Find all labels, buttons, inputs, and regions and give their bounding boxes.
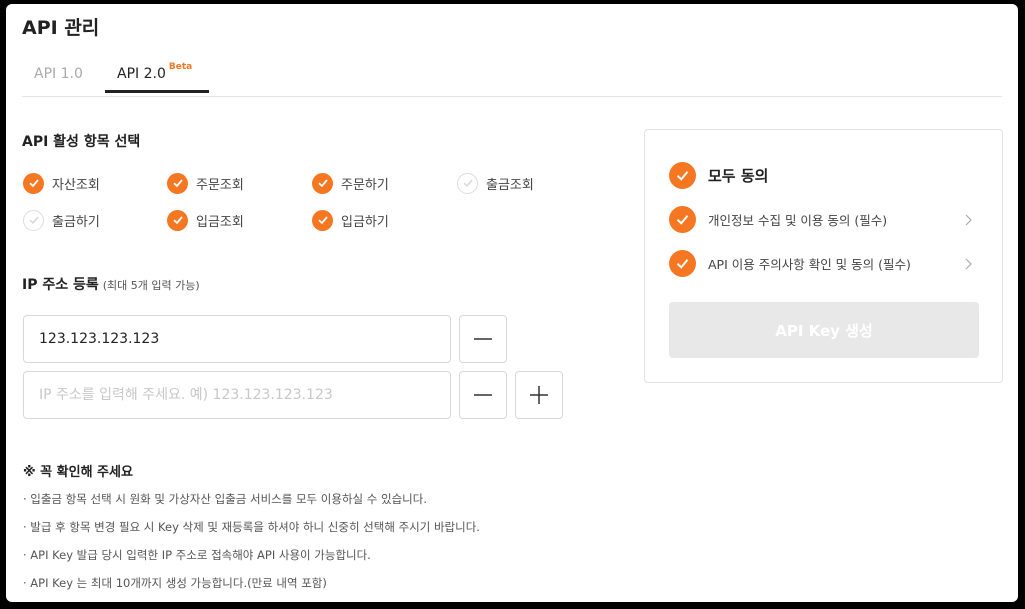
notice-title: ※ 꼭 확인해 주세요 — [23, 465, 133, 480]
api-item-label: 주문하기 — [341, 177, 389, 193]
api-items-title: API 활성 항목 선택 — [22, 134, 141, 150]
notice-line: · API Key 발급 당시 입력한 IP 주소로 접속해야 API 사용이 … — [23, 548, 371, 562]
ip-input-1[interactable] — [23, 315, 451, 363]
tab-api-1-label: API 1.0 — [34, 66, 83, 82]
tab-bar: API 1.0 API 2.0 Beta — [22, 60, 1002, 97]
chevron-right-icon[interactable] — [962, 214, 974, 226]
checked-icon — [669, 162, 696, 189]
agreement-panel: 모두 동의 개인정보 수집 및 이용 동의 (필수) API 이용 주의사항 확… — [644, 129, 1003, 383]
agree-all-checkbox[interactable]: 모두 동의 — [669, 162, 768, 189]
checked-icon — [167, 172, 188, 194]
api-item-order-inquiry[interactable]: 주문조회 — [167, 172, 244, 194]
agree-caution-label: API 이용 주의사항 확인 및 동의 (필수) — [708, 257, 911, 272]
api-item-label: 입금조회 — [196, 214, 244, 230]
add-ip-button[interactable] — [515, 371, 563, 419]
api-item-place-order[interactable]: 주문하기 — [312, 172, 389, 194]
ip-title-text: IP 주소 등록 — [22, 277, 99, 293]
create-api-key-button[interactable]: API Key 생성 — [669, 302, 979, 358]
unchecked-icon — [23, 209, 44, 231]
plus-icon — [530, 386, 548, 404]
beta-badge: Beta — [168, 62, 193, 72]
ip-limit-note: (최대 5개 입력 가능) — [102, 279, 200, 292]
checked-icon — [312, 209, 333, 231]
api-item-label: 주문조회 — [196, 177, 244, 193]
api-item-withdraw[interactable]: 출금하기 — [23, 209, 100, 231]
api-item-asset-inquiry[interactable]: 자산조회 — [23, 172, 100, 194]
ip-input-2[interactable] — [23, 371, 451, 419]
api-item-label: 출금하기 — [52, 214, 100, 230]
chevron-right-icon[interactable] — [962, 258, 974, 270]
agree-privacy-label: 개인정보 수집 및 이용 동의 (필수) — [708, 213, 888, 228]
agree-caution-checkbox[interactable]: API 이용 주의사항 확인 및 동의 (필수) — [669, 250, 911, 277]
notice-line: · API Key 는 최대 10개까지 생성 가능합니다.(만료 내역 포함) — [23, 576, 327, 590]
api-item-label: 입금하기 — [341, 214, 389, 230]
ip-section-title: IP 주소 등록 (최대 5개 입력 가능) — [22, 274, 200, 294]
minus-icon — [474, 338, 492, 340]
tab-api-2-label: API 2.0 — [117, 66, 166, 82]
checked-icon — [312, 172, 333, 194]
remove-ip-button-2[interactable] — [459, 371, 507, 419]
unchecked-icon — [457, 172, 478, 194]
notice-line: · 입출금 항목 선택 시 원화 및 가상자산 입출금 서비스를 모두 이용하실… — [23, 492, 427, 506]
api-item-label: 출금조회 — [486, 177, 534, 193]
checked-icon — [23, 172, 44, 194]
minus-icon — [474, 394, 492, 396]
api-item-deposit-inquiry[interactable]: 입금조회 — [167, 209, 244, 231]
api-item-label: 자산조회 — [52, 177, 100, 193]
api-management-page: API 관리 API 1.0 API 2.0 Beta API 활성 항목 선택 … — [6, 4, 1018, 602]
notice-line: · 발급 후 항목 변경 필요 시 Key 삭제 및 재등록을 하셔야 하니 신… — [23, 520, 480, 534]
tab-api-1[interactable]: API 1.0 — [34, 66, 83, 92]
api-item-deposit[interactable]: 입금하기 — [312, 209, 389, 231]
checked-icon — [669, 206, 696, 233]
api-item-withdraw-inquiry[interactable]: 출금조회 — [457, 172, 534, 194]
checked-icon — [669, 250, 696, 277]
checked-icon — [167, 209, 188, 231]
tab-api-2[interactable]: API 2.0 Beta — [105, 62, 209, 93]
agree-privacy-checkbox[interactable]: 개인정보 수집 및 이용 동의 (필수) — [669, 206, 887, 233]
remove-ip-button-1[interactable] — [459, 315, 507, 363]
agree-all-label: 모두 동의 — [708, 167, 769, 185]
page-title: API 관리 — [22, 17, 100, 39]
